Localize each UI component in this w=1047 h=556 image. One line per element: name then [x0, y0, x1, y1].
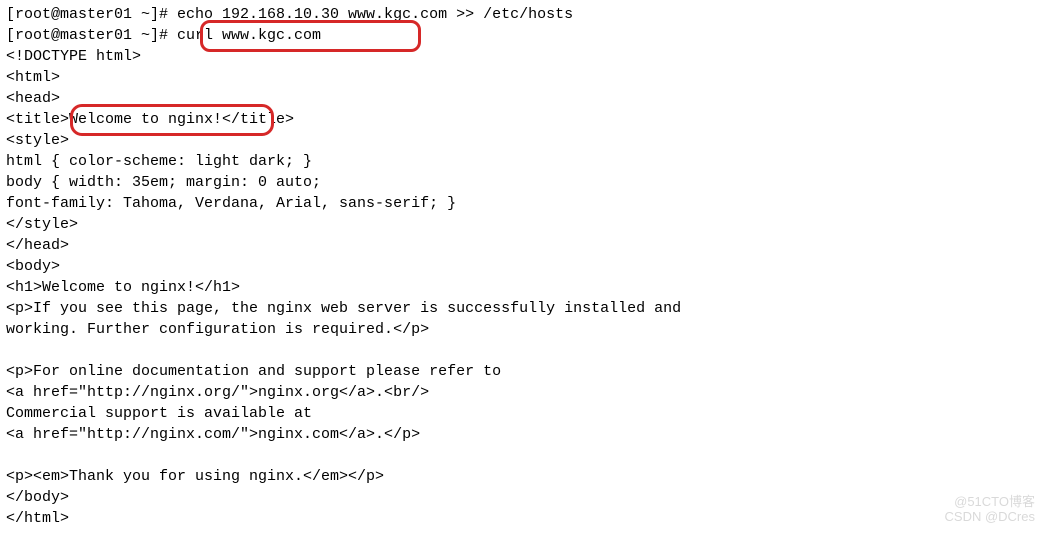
terminal-line: <head> — [6, 88, 1041, 109]
watermark: @51CTO博客 CSDN @DCres — [945, 494, 1035, 525]
terminal-line: font-family: Tahoma, Verdana, Arial, san… — [6, 193, 1041, 214]
terminal-line: <p><em>Thank you for using nginx.</em></… — [6, 466, 1041, 487]
terminal-line: </head> — [6, 235, 1041, 256]
terminal-line — [6, 445, 1041, 466]
terminal-line: <html> — [6, 67, 1041, 88]
terminal-line: </html> — [6, 508, 1041, 529]
terminal-line: <p>If you see this page, the nginx web s… — [6, 298, 1041, 319]
terminal-line: <a href="http://nginx.org/">nginx.org</a… — [6, 382, 1041, 403]
terminal-line: working. Further configuration is requir… — [6, 319, 1041, 340]
terminal-line — [6, 340, 1041, 361]
terminal-line: html { color-scheme: light dark; } — [6, 151, 1041, 172]
terminal-line: </body> — [6, 487, 1041, 508]
terminal-line: <a href="http://nginx.com/">nginx.com</a… — [6, 424, 1041, 445]
terminal-line: [root@master01 ~]# echo 192.168.10.30 ww… — [6, 4, 1041, 25]
watermark-line: @51CTO博客 — [945, 494, 1035, 510]
terminal-line: Commercial support is available at — [6, 403, 1041, 424]
terminal-line: </style> — [6, 214, 1041, 235]
terminal-line: <p>For online documentation and support … — [6, 361, 1041, 382]
terminal-line: <body> — [6, 256, 1041, 277]
watermark-line: CSDN @DCres — [945, 509, 1035, 525]
terminal-line: [root@master01 ~]# curl www.kgc.com — [6, 25, 1041, 46]
terminal-line: <h1>Welcome to nginx!</h1> — [6, 277, 1041, 298]
terminal-line: <!DOCTYPE html> — [6, 46, 1041, 67]
terminal-line: body { width: 35em; margin: 0 auto; — [6, 172, 1041, 193]
terminal-line: <style> — [6, 130, 1041, 151]
terminal-line: <title>Welcome to nginx!</title> — [6, 109, 1041, 130]
terminal-output[interactable]: [root@master01 ~]# echo 192.168.10.30 ww… — [6, 4, 1041, 529]
